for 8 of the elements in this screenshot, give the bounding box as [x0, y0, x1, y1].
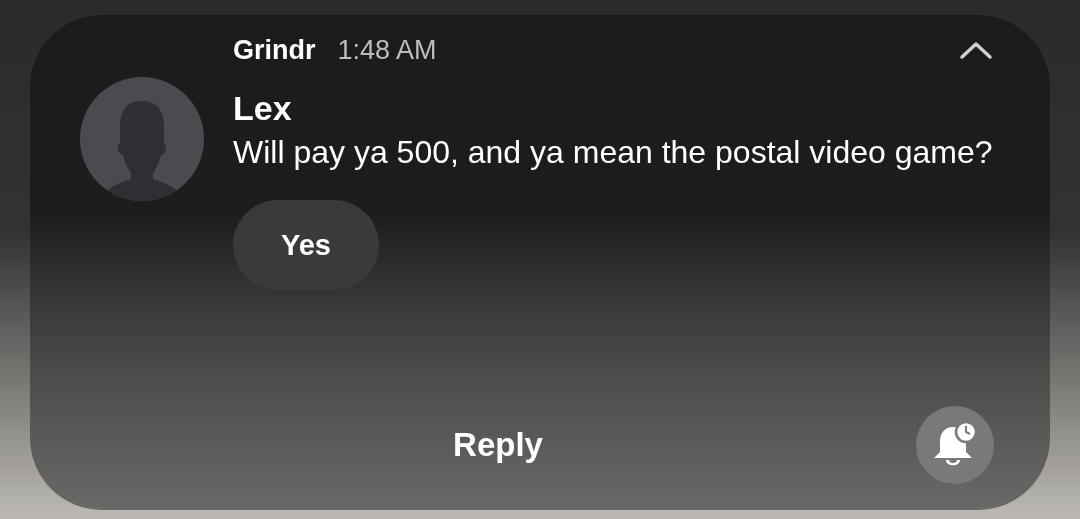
message-text: Will pay ya 500, and ya mean the postal video game? [233, 133, 994, 172]
app-name: Grindr [233, 34, 316, 66]
quick-reply-button[interactable]: Yes [233, 200, 379, 290]
collapse-button[interactable] [959, 40, 993, 60]
reply-button[interactable]: Reply [443, 422, 553, 468]
notification-time: 1:48 AM [337, 34, 437, 66]
chevron-up-icon [959, 40, 993, 60]
sender-name: Lex [233, 88, 293, 129]
